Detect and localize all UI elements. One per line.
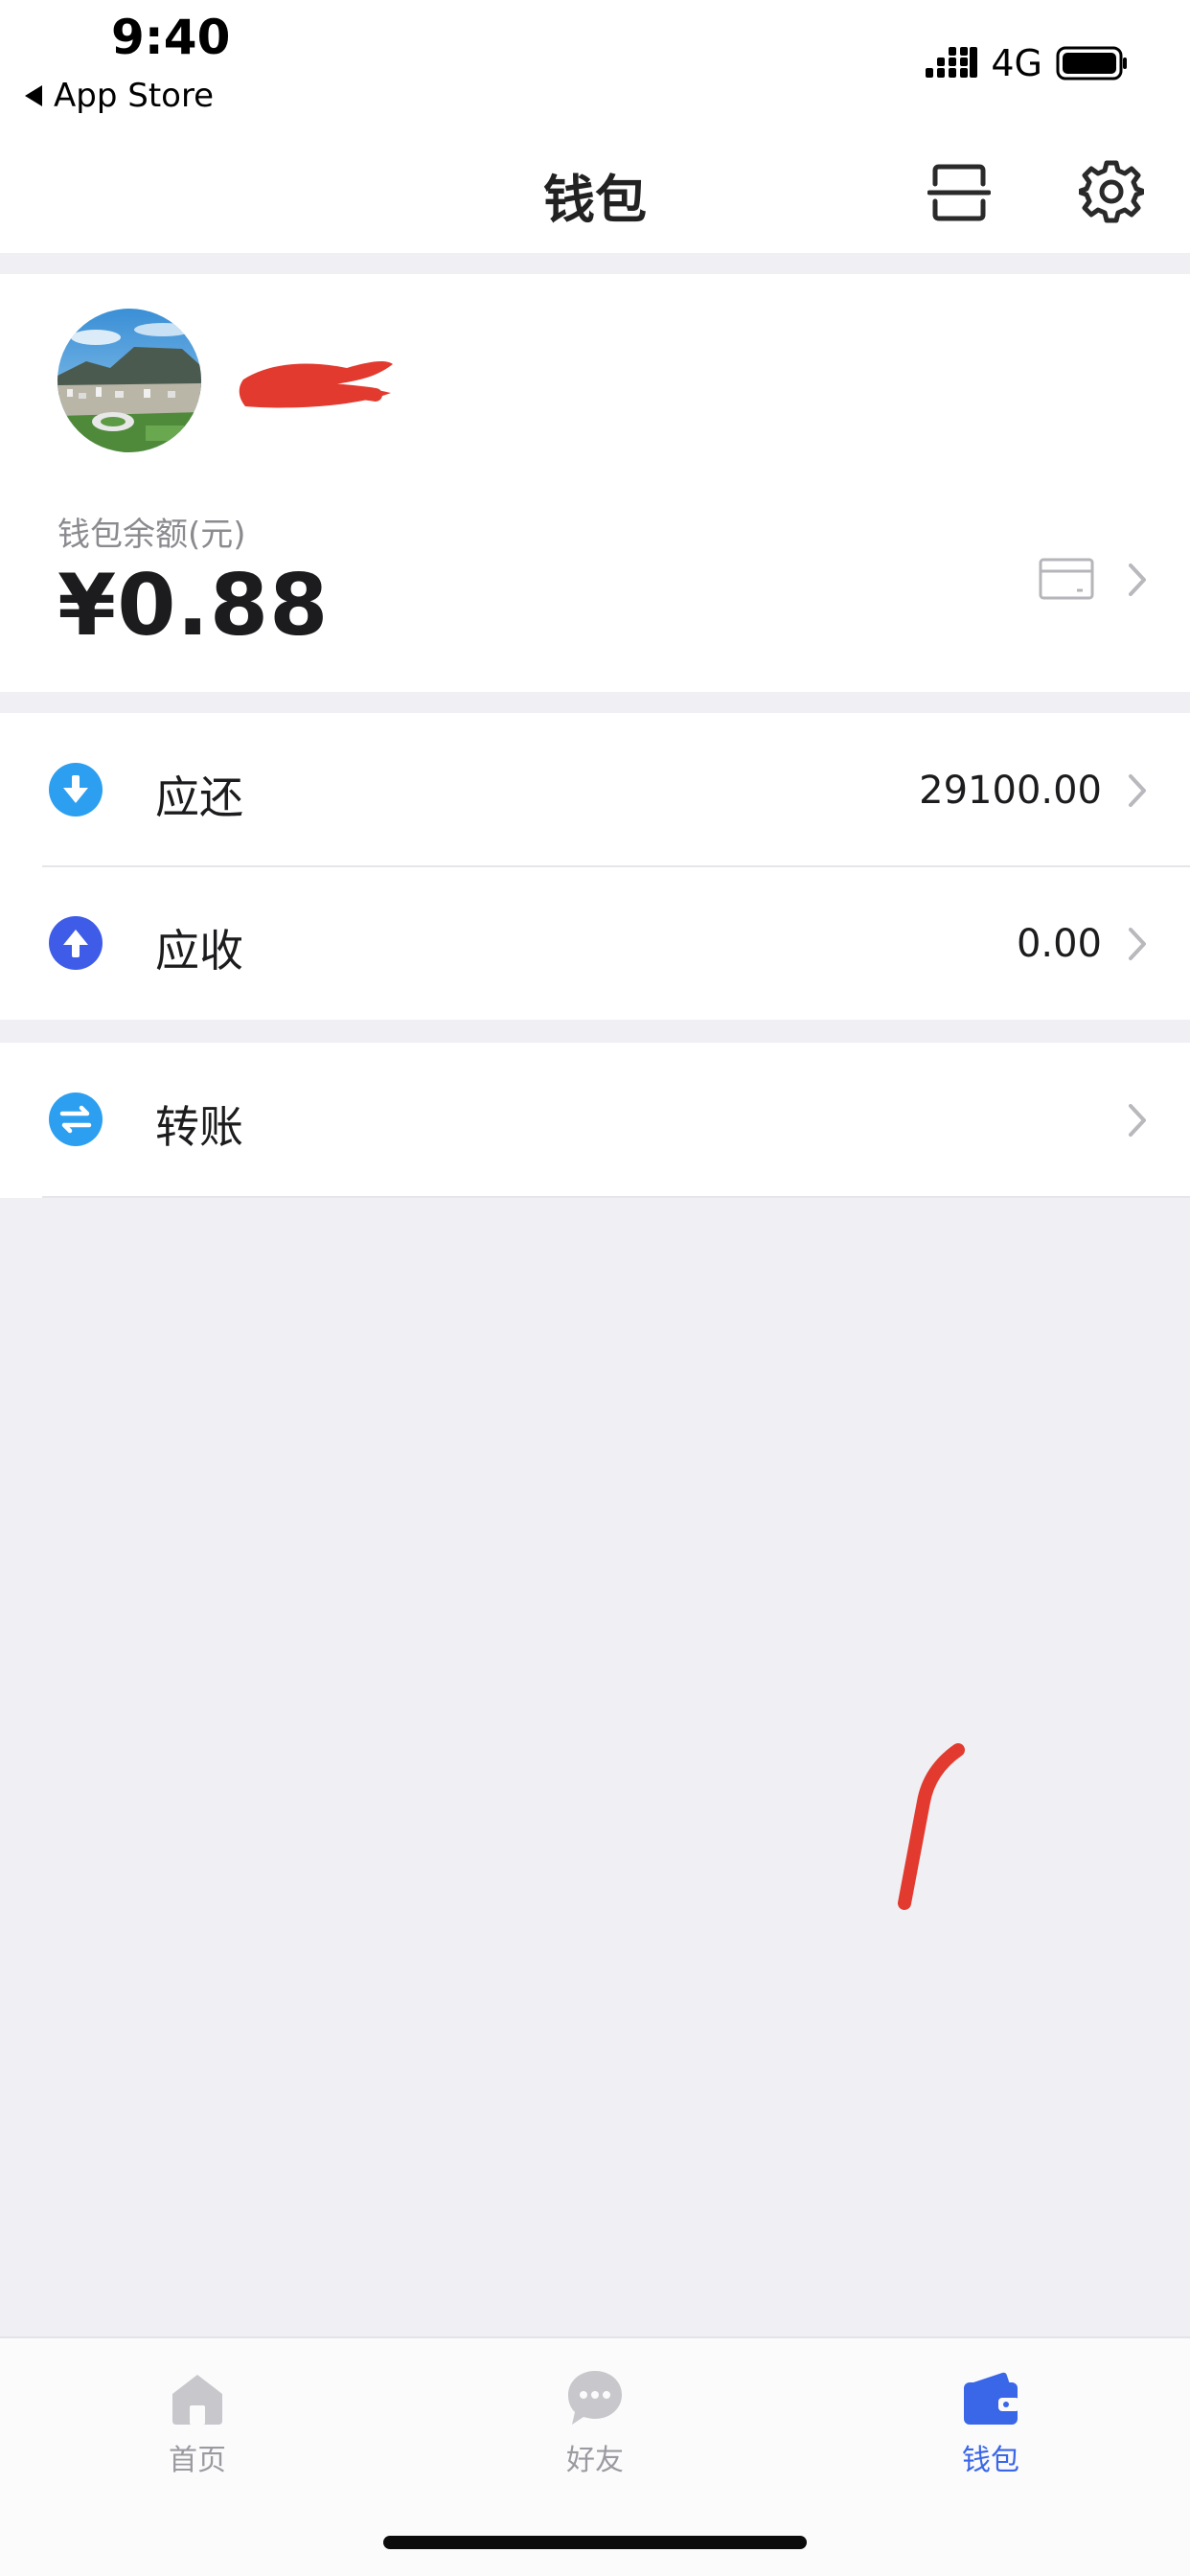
payable-value: 29100.00	[919, 769, 1102, 813]
battery-icon	[1056, 46, 1127, 80]
page-title: 钱包	[543, 170, 647, 230]
network-type: 4G	[991, 42, 1042, 84]
status-indicators: 4G	[926, 42, 1129, 84]
transfer-circle-icon	[49, 1092, 103, 1146]
balance-card[interactable]: 钱包余额(元) ¥0.88	[0, 274, 1190, 692]
red-scribble-mark	[898, 1743, 965, 1910]
tab-home-label: 首页	[169, 2444, 226, 2477]
status-bar: 9:40 App Store 4G	[0, 0, 1190, 123]
balance-amount: ¥0.88	[57, 556, 330, 655]
back-to-app-link[interactable]: App Store	[25, 77, 214, 115]
list-item-transfer[interactable]: 转账	[0, 1043, 1190, 1196]
transfer-group: 转账	[0, 1043, 1190, 1198]
chevron-right-icon	[1129, 774, 1146, 807]
receivable-label: 应收	[155, 925, 243, 977]
home-icon	[172, 2375, 222, 2425]
wallet-icon	[964, 2372, 1019, 2425]
tab-wallet[interactable]: 钱包	[895, 2367, 1087, 2478]
home-indicator[interactable]	[383, 2536, 807, 2549]
back-app-label: App Store	[54, 77, 215, 115]
bank-card-icon[interactable]	[1039, 558, 1094, 600]
name-redaction-scribble	[239, 361, 393, 408]
receivable-value: 0.00	[1016, 922, 1102, 966]
signal-icon	[926, 47, 978, 78]
back-triangle-icon	[25, 85, 42, 106]
list-item-payable[interactable]: 应还 29100.00	[0, 713, 1190, 866]
payable-label: 应还	[155, 771, 243, 823]
transfer-label: 转账	[155, 1101, 243, 1153]
status-time: 9:40	[111, 10, 231, 65]
debt-group: 应还 29100.00 应收 0.00	[0, 713, 1190, 1020]
navigation-bar: 钱包	[0, 123, 1190, 253]
chevron-right-icon	[1129, 1104, 1146, 1137]
chevron-right-icon	[1129, 564, 1146, 596]
tab-home[interactable]: 首页	[102, 2367, 293, 2478]
wallet-screen: 9:40 App Store 4G 钱包 钱包余额(元) ¥0.88 应还 29…	[0, 0, 1190, 2576]
tab-friends-label: 好友	[566, 2444, 624, 2477]
chevron-right-icon	[1129, 928, 1146, 960]
arrow-down-circle-icon	[49, 763, 103, 816]
list-item-receivable[interactable]: 应收 0.00	[0, 866, 1190, 1020]
tab-wallet-label: 钱包	[962, 2444, 1019, 2477]
chat-bubble-icon	[568, 2371, 622, 2425]
scan-icon[interactable]	[927, 161, 991, 224]
avatar[interactable]	[57, 309, 201, 452]
row-divider	[42, 1196, 1190, 1198]
balance-label: 钱包余额(元)	[57, 516, 246, 554]
avatar-image	[57, 309, 201, 452]
tab-friends[interactable]: 好友	[499, 2367, 691, 2478]
settings-gear-icon[interactable]	[1079, 159, 1144, 224]
arrow-up-circle-icon	[49, 916, 103, 970]
